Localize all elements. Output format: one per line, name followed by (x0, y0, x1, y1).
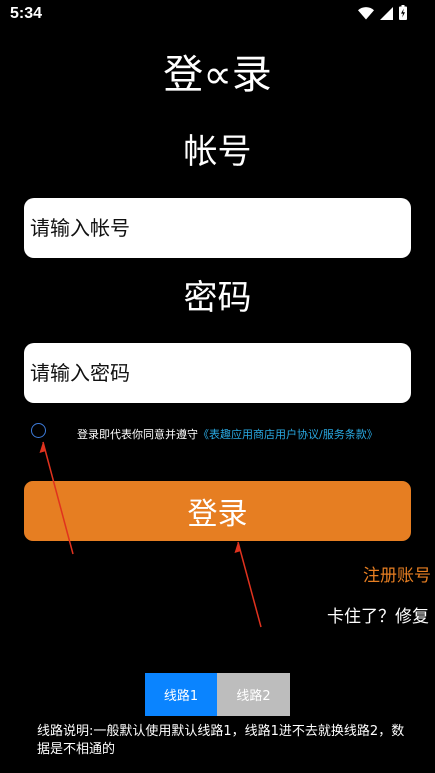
register-link[interactable]: 注册账号 (363, 561, 431, 586)
agreement-prefix: 登录即代表你同意并遵守 (77, 428, 198, 441)
password-label: 密码 (183, 278, 252, 318)
arrow-to-login-icon (234, 541, 262, 628)
page-title: 登∝录 (163, 52, 272, 98)
battery-charging-icon (399, 5, 407, 24)
tab-line-2[interactable]: 线路2 (217, 673, 290, 716)
agreement-text: 登录即代表你同意并遵守《表趣应用商店用户协议/服务条款》 (77, 426, 378, 442)
status-time: 5:34 (10, 5, 43, 22)
account-input[interactable] (24, 198, 411, 258)
agreement-link[interactable]: 《表趣应用商店用户协议/服务条款》 (198, 428, 378, 441)
account-label: 帐号 (183, 132, 252, 172)
repair-link[interactable]: 卡住了？修复 (327, 602, 429, 627)
login-button[interactable]: 登录 (24, 481, 411, 541)
tab-line-1[interactable]: 线路1 (145, 673, 217, 716)
line-tabs: 线路1 线路2 (145, 673, 290, 716)
login-screen: 5:34 登∝录 帐号 密码 (0, 0, 435, 773)
password-input[interactable] (24, 343, 411, 403)
line-note: 线路说明:一般默认使用默认线路1，线路1进不去就换线路2，数据是不相通的 (37, 724, 405, 757)
wifi-icon (358, 5, 374, 24)
cellular-signal-icon (380, 5, 393, 24)
status-bar: 5:34 (0, 0, 435, 30)
status-icons (358, 5, 407, 24)
agreement-radio[interactable] (31, 423, 46, 438)
